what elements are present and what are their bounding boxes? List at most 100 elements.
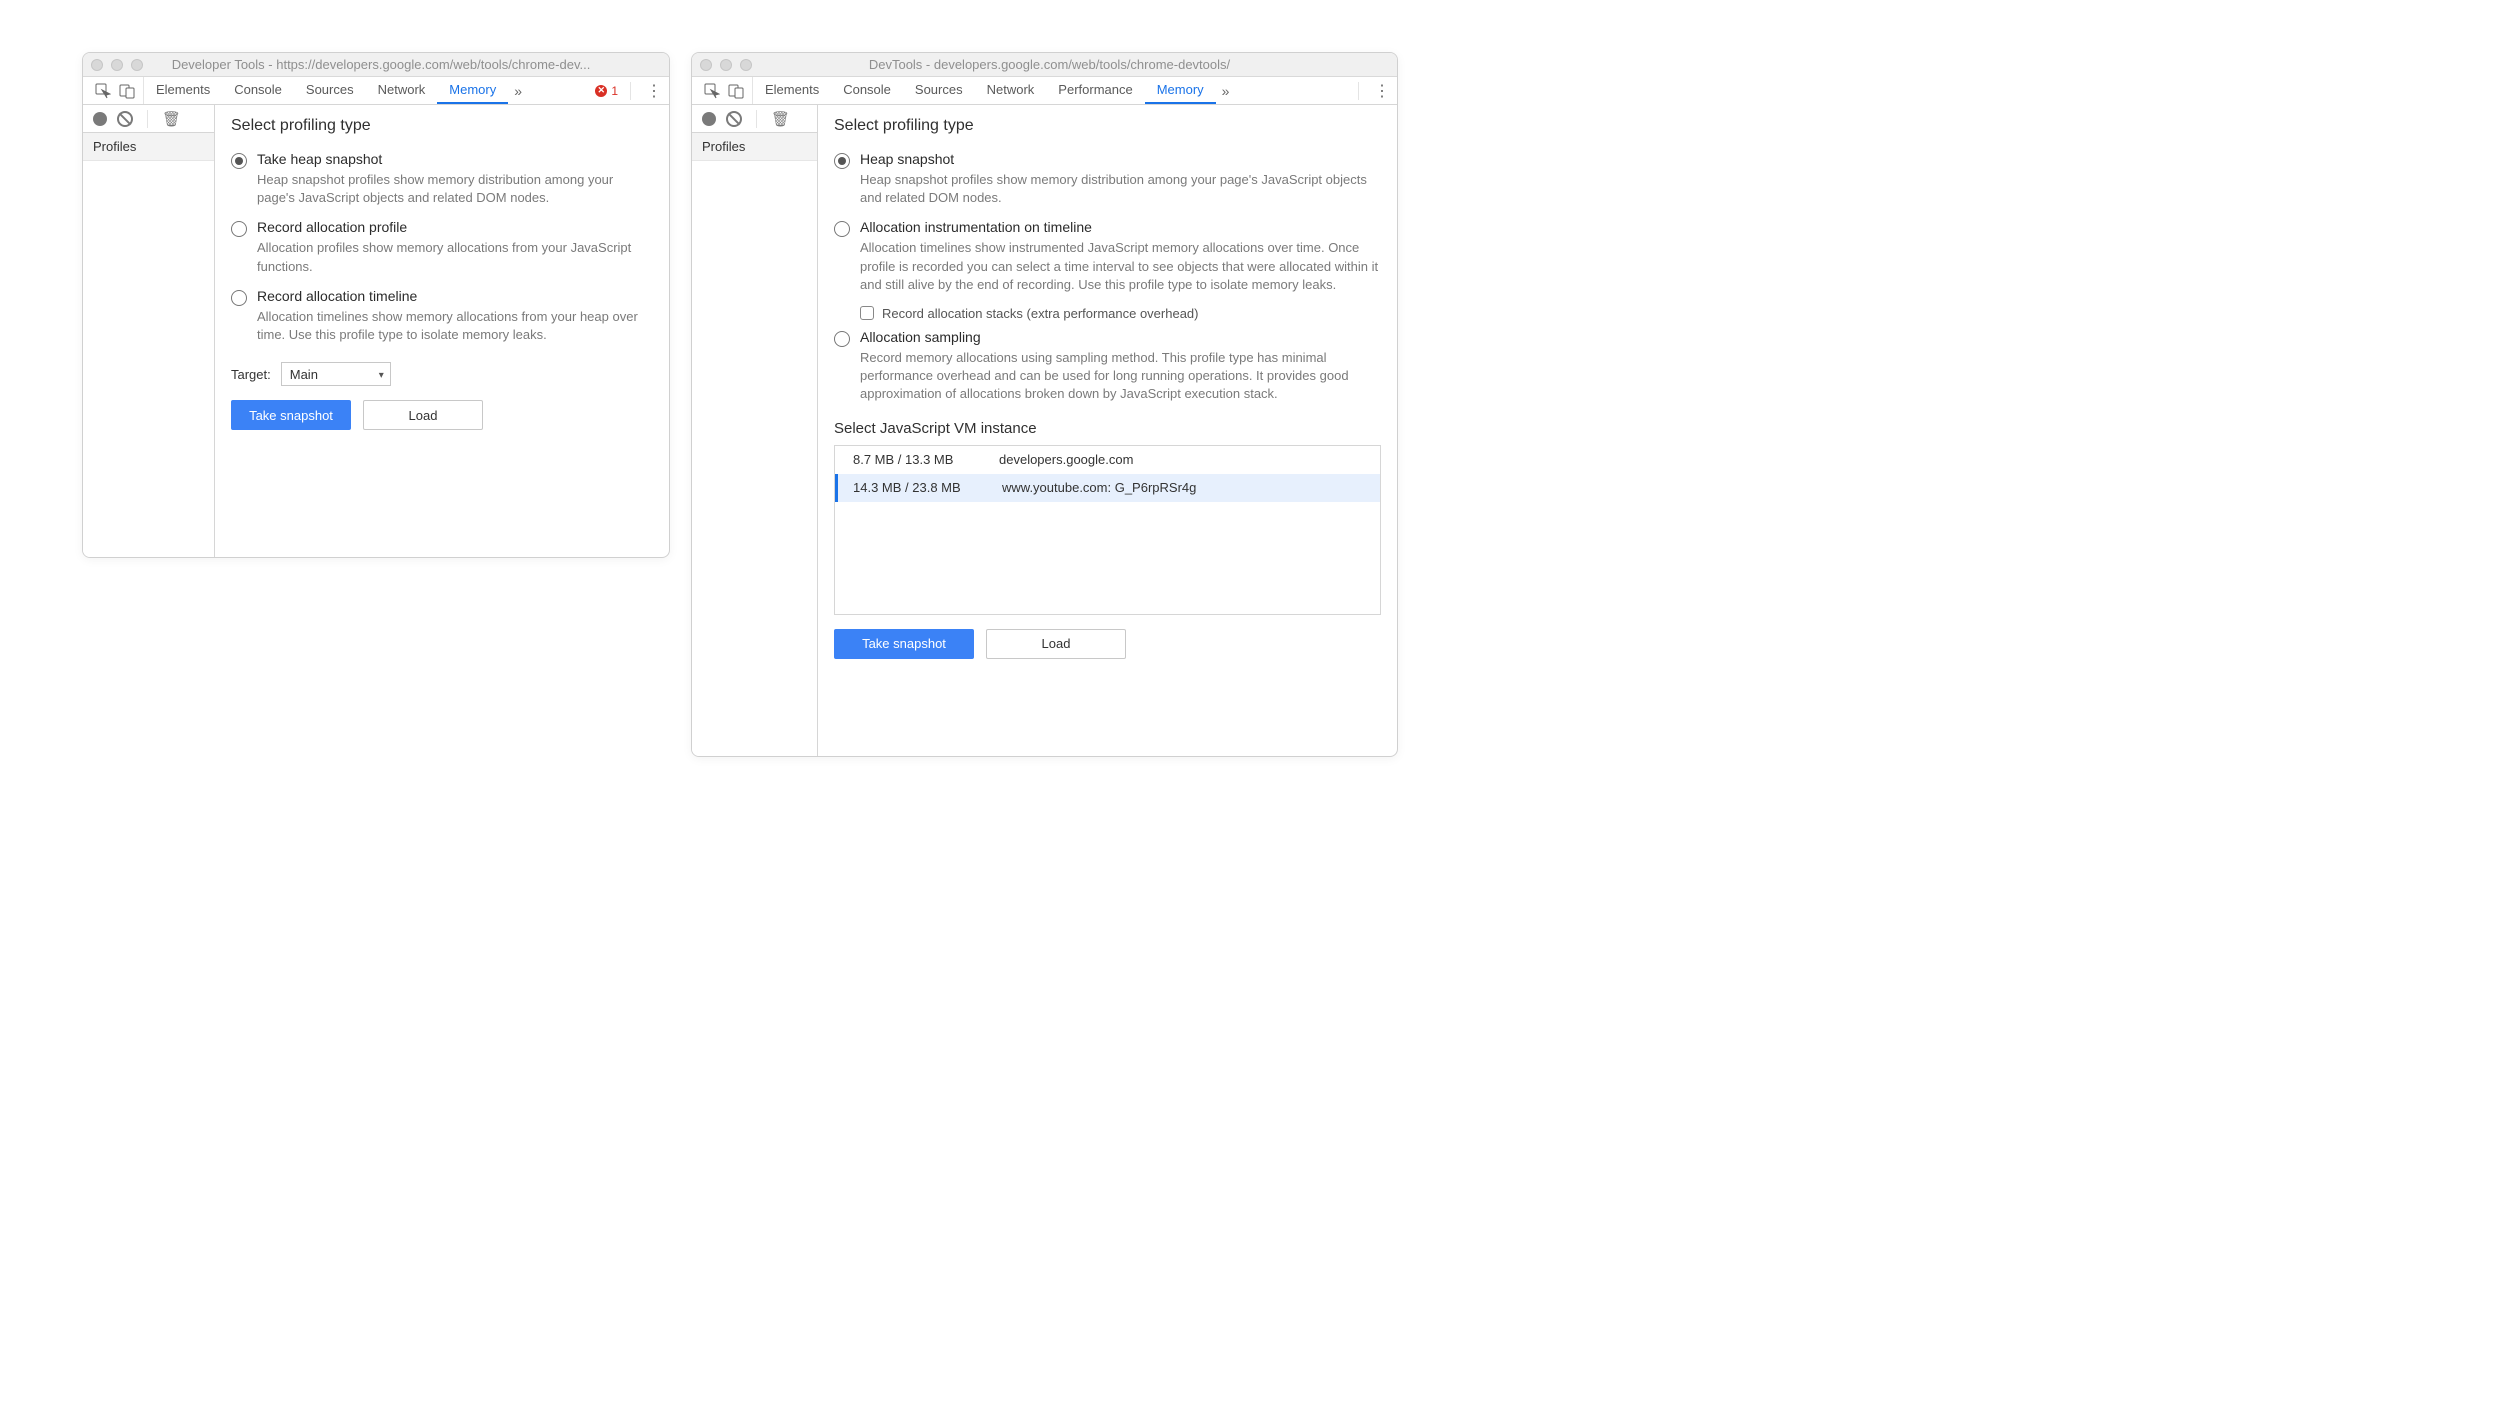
- divider: [630, 82, 631, 100]
- checkbox-icon[interactable]: [860, 306, 874, 320]
- tab-network[interactable]: Network: [975, 77, 1047, 104]
- target-row: Target: Main ▾: [231, 362, 653, 386]
- option-desc: Allocation timelines show instrumented J…: [860, 239, 1381, 294]
- close-window-icon[interactable]: [91, 59, 103, 71]
- devtools-window-right: DevTools - developers.google.com/web/too…: [691, 52, 1398, 757]
- radio-icon[interactable]: [834, 153, 850, 169]
- vm-host: developers.google.com: [995, 452, 1380, 467]
- vm-section: Select JavaScript VM instance 8.7 MB / 1…: [834, 420, 1381, 615]
- radio-icon[interactable]: [834, 331, 850, 347]
- divider: [147, 110, 148, 128]
- more-tabs-icon[interactable]: [1216, 77, 1236, 104]
- tab-network[interactable]: Network: [366, 77, 438, 104]
- option-desc: Record memory allocations using sampling…: [860, 349, 1381, 404]
- clear-icon[interactable]: [117, 111, 133, 127]
- titlebar: DevTools - developers.google.com/web/too…: [692, 53, 1397, 77]
- tab-performance[interactable]: Performance: [1046, 77, 1144, 104]
- tab-sources[interactable]: Sources: [294, 77, 366, 104]
- panel-tabs: Elements Console Sources Network Perform…: [692, 77, 1397, 105]
- main-panel: Select profiling type Heap snapshot Heap…: [818, 105, 1397, 756]
- load-button[interactable]: Load: [363, 400, 483, 430]
- target-label: Target:: [231, 367, 271, 382]
- option-allocation-sampling[interactable]: Allocation sampling Record memory alloca…: [834, 323, 1381, 410]
- divider: [1358, 82, 1359, 100]
- option-desc: Heap snapshot profiles show memory distr…: [860, 171, 1381, 207]
- titlebar: Developer Tools - https://developers.goo…: [83, 53, 669, 77]
- load-button[interactable]: Load: [986, 629, 1126, 659]
- vm-host: www.youtube.com: G_P6rpRSr4g: [998, 480, 1380, 495]
- delete-icon[interactable]: 🗑: [771, 110, 790, 128]
- option-heap-snapshot[interactable]: Heap snapshot Heap snapshot profiles sho…: [834, 145, 1381, 213]
- suboption-record-stacks[interactable]: Record allocation stacks (extra performa…: [860, 300, 1381, 323]
- settings-menu-icon[interactable]: [643, 83, 659, 99]
- take-snapshot-button[interactable]: Take snapshot: [834, 629, 974, 659]
- traffic-lights: [91, 59, 143, 71]
- tab-elements[interactable]: Elements: [144, 77, 222, 104]
- radio-icon[interactable]: [834, 221, 850, 237]
- target-select[interactable]: Main ▾: [281, 362, 391, 386]
- button-row: Take snapshot Load: [231, 400, 653, 430]
- radio-icon[interactable]: [231, 221, 247, 237]
- vm-instance-row[interactable]: 8.7 MB / 13.3 MB developers.google.com: [835, 446, 1380, 474]
- option-allocation-timeline[interactable]: Allocation instrumentation on timeline A…: [834, 213, 1381, 300]
- window-title: DevTools - developers.google.com/web/too…: [766, 57, 1389, 72]
- error-badge[interactable]: ✕ 1: [595, 84, 618, 98]
- error-icon: ✕: [595, 85, 607, 97]
- profiles-sidebar: 🗑 Profiles: [83, 105, 215, 557]
- option-title: Heap snapshot: [860, 151, 1381, 167]
- minimize-window-icon[interactable]: [111, 59, 123, 71]
- tab-memory[interactable]: Memory: [1145, 77, 1216, 104]
- option-title: Allocation instrumentation on timeline: [860, 219, 1381, 235]
- vm-instance-row[interactable]: 14.3 MB / 23.8 MB www.youtube.com: G_P6r…: [835, 474, 1380, 502]
- panel-tabs: Elements Console Sources Network Memory …: [83, 77, 669, 105]
- profiling-heading: Select profiling type: [834, 117, 1381, 135]
- vm-mem: 14.3 MB / 23.8 MB: [838, 480, 998, 495]
- device-toggle-icon[interactable]: [119, 83, 135, 99]
- delete-icon[interactable]: 🗑: [162, 110, 181, 128]
- more-tabs-icon[interactable]: [508, 77, 528, 104]
- option-allocation-timeline[interactable]: Record allocation timeline Allocation ti…: [231, 282, 653, 350]
- device-toggle-icon[interactable]: [728, 83, 744, 99]
- sidebar-profiles-header[interactable]: Profiles: [692, 133, 817, 161]
- profiling-heading: Select profiling type: [231, 117, 653, 135]
- radio-icon[interactable]: [231, 153, 247, 169]
- clear-icon[interactable]: [726, 111, 742, 127]
- profiles-sidebar: 🗑 Profiles: [692, 105, 818, 756]
- settings-menu-icon[interactable]: [1371, 83, 1387, 99]
- tab-sources[interactable]: Sources: [903, 77, 975, 104]
- devtools-window-left: Developer Tools - https://developers.goo…: [82, 52, 670, 558]
- take-snapshot-button[interactable]: Take snapshot: [231, 400, 351, 430]
- option-desc: Heap snapshot profiles show memory distr…: [257, 171, 653, 207]
- maximize-window-icon[interactable]: [740, 59, 752, 71]
- tab-memory[interactable]: Memory: [437, 77, 508, 104]
- tab-console[interactable]: Console: [222, 77, 294, 104]
- option-desc: Allocation profiles show memory allocati…: [257, 239, 653, 275]
- option-title: Take heap snapshot: [257, 151, 653, 167]
- maximize-window-icon[interactable]: [131, 59, 143, 71]
- tab-console[interactable]: Console: [831, 77, 903, 104]
- inspect-icon[interactable]: [704, 83, 720, 99]
- main-panel: Select profiling type Take heap snapshot…: [215, 105, 669, 557]
- vm-table: 8.7 MB / 13.3 MB developers.google.com 1…: [834, 445, 1381, 615]
- close-window-icon[interactable]: [700, 59, 712, 71]
- vm-mem: 8.7 MB / 13.3 MB: [835, 452, 995, 467]
- option-allocation-profile[interactable]: Record allocation profile Allocation pro…: [231, 213, 653, 281]
- radio-icon[interactable]: [231, 290, 247, 306]
- suboption-label: Record allocation stacks (extra performa…: [882, 306, 1198, 321]
- sidebar-profiles-header[interactable]: Profiles: [83, 133, 214, 161]
- option-title: Allocation sampling: [860, 329, 1381, 345]
- tab-elements[interactable]: Elements: [753, 77, 831, 104]
- inspect-icon[interactable]: [95, 83, 111, 99]
- window-title: Developer Tools - https://developers.goo…: [157, 57, 661, 72]
- option-title: Record allocation timeline: [257, 288, 653, 304]
- record-icon[interactable]: [93, 112, 107, 126]
- traffic-lights: [700, 59, 752, 71]
- option-heap-snapshot[interactable]: Take heap snapshot Heap snapshot profile…: [231, 145, 653, 213]
- chevron-down-icon: ▾: [379, 370, 384, 381]
- vm-heading: Select JavaScript VM instance: [834, 420, 1381, 437]
- button-row: Take snapshot Load: [834, 629, 1381, 659]
- record-icon[interactable]: [702, 112, 716, 126]
- minimize-window-icon[interactable]: [720, 59, 732, 71]
- option-desc: Allocation timelines show memory allocat…: [257, 308, 653, 344]
- option-title: Record allocation profile: [257, 219, 653, 235]
